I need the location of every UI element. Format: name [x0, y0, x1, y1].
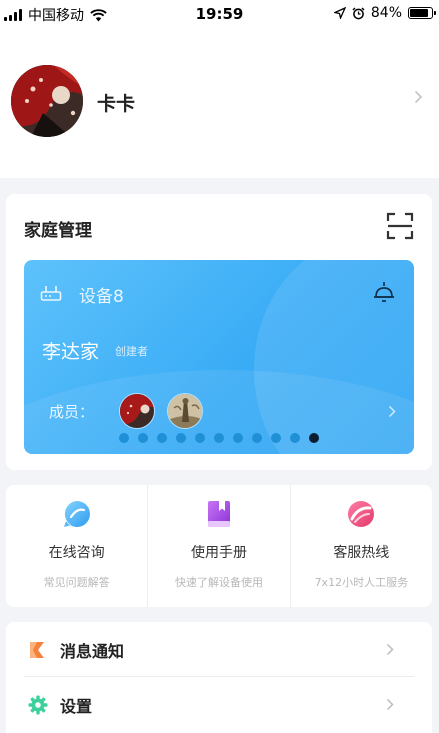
chevron-right-icon[interactable]	[414, 90, 423, 104]
username: 卡卡	[97, 93, 136, 115]
members-label: 成员：	[49, 403, 95, 421]
services-panel: 在线咨询 常见问题解答 使用手册 快速了解设备使用 客服热线 7x12小时人工服…	[6, 485, 432, 607]
pagination-dot[interactable]	[271, 433, 281, 443]
battery-percent: 84%	[370, 5, 402, 21]
location-arrow-icon	[333, 7, 346, 19]
pagination-dot-active[interactable]	[309, 433, 319, 443]
alarm-icon	[352, 6, 365, 19]
family-management-section: 家庭管理 设备8 李达家 创建者 成员：	[6, 194, 432, 470]
service-name: 使用手册	[190, 545, 247, 561]
pagination-dot[interactable]	[233, 433, 243, 443]
battery-icon	[408, 7, 436, 19]
home-name: 李达家	[42, 341, 100, 363]
hotline-icon	[348, 501, 375, 527]
service-name: 客服热线	[333, 545, 390, 561]
menu-item-settings[interactable]: 设置	[6, 677, 432, 732]
service-desc: 快速了解设备使用	[174, 576, 263, 589]
service-online-consult[interactable]: 在线咨询 常见问题解答	[6, 485, 147, 607]
service-name: 在线咨询	[48, 545, 105, 561]
gear-icon	[28, 695, 48, 714]
status-bar: 中国移动 19:59 84%	[0, 0, 439, 28]
service-hotline[interactable]: 客服热线 7x12小时人工服务	[289, 485, 432, 607]
chevron-right-icon[interactable]	[386, 698, 394, 711]
member-avatar[interactable]	[119, 393, 155, 429]
chevron-right-icon[interactable]	[386, 643, 394, 656]
service-desc: 常见问题解答	[43, 576, 110, 589]
chat-bubble-icon	[63, 501, 90, 527]
carousel-pagination[interactable]	[24, 433, 414, 443]
creator-badge: 创建者	[115, 345, 148, 358]
pagination-dot[interactable]	[119, 433, 129, 443]
member-avatar[interactable]	[167, 393, 203, 429]
menu-item-label: 消息通知	[60, 641, 125, 661]
pagination-dot[interactable]	[290, 433, 300, 443]
service-user-manual[interactable]: 使用手册 快速了解设备使用	[147, 485, 289, 607]
device-card[interactable]: 设备8 李达家 创建者 成员：	[24, 260, 414, 454]
pagination-dot[interactable]	[138, 433, 148, 443]
router-icon	[40, 286, 62, 301]
device-name: 设备8	[79, 287, 124, 307]
menu-item-label: 设置	[60, 696, 93, 716]
avatar[interactable]	[11, 65, 83, 137]
chevron-right-icon[interactable]	[388, 405, 396, 418]
pagination-dot[interactable]	[195, 433, 205, 443]
profile-header[interactable]: 卡卡	[0, 28, 439, 178]
pagination-dot[interactable]	[214, 433, 224, 443]
scan-icon[interactable]	[386, 212, 414, 240]
pagination-dot[interactable]	[157, 433, 167, 443]
bell-icon[interactable]	[372, 280, 396, 304]
settings-menu: 消息通知 设置	[6, 622, 432, 733]
section-title: 家庭管理	[24, 221, 92, 241]
status-right: 84%	[333, 5, 436, 21]
service-desc: 7x12小时人工服务	[314, 576, 409, 589]
pagination-dot[interactable]	[176, 433, 186, 443]
menu-item-notifications[interactable]: 消息通知	[6, 622, 432, 677]
pagination-dot[interactable]	[252, 433, 262, 443]
notification-icon	[30, 641, 44, 658]
book-icon	[207, 501, 230, 527]
